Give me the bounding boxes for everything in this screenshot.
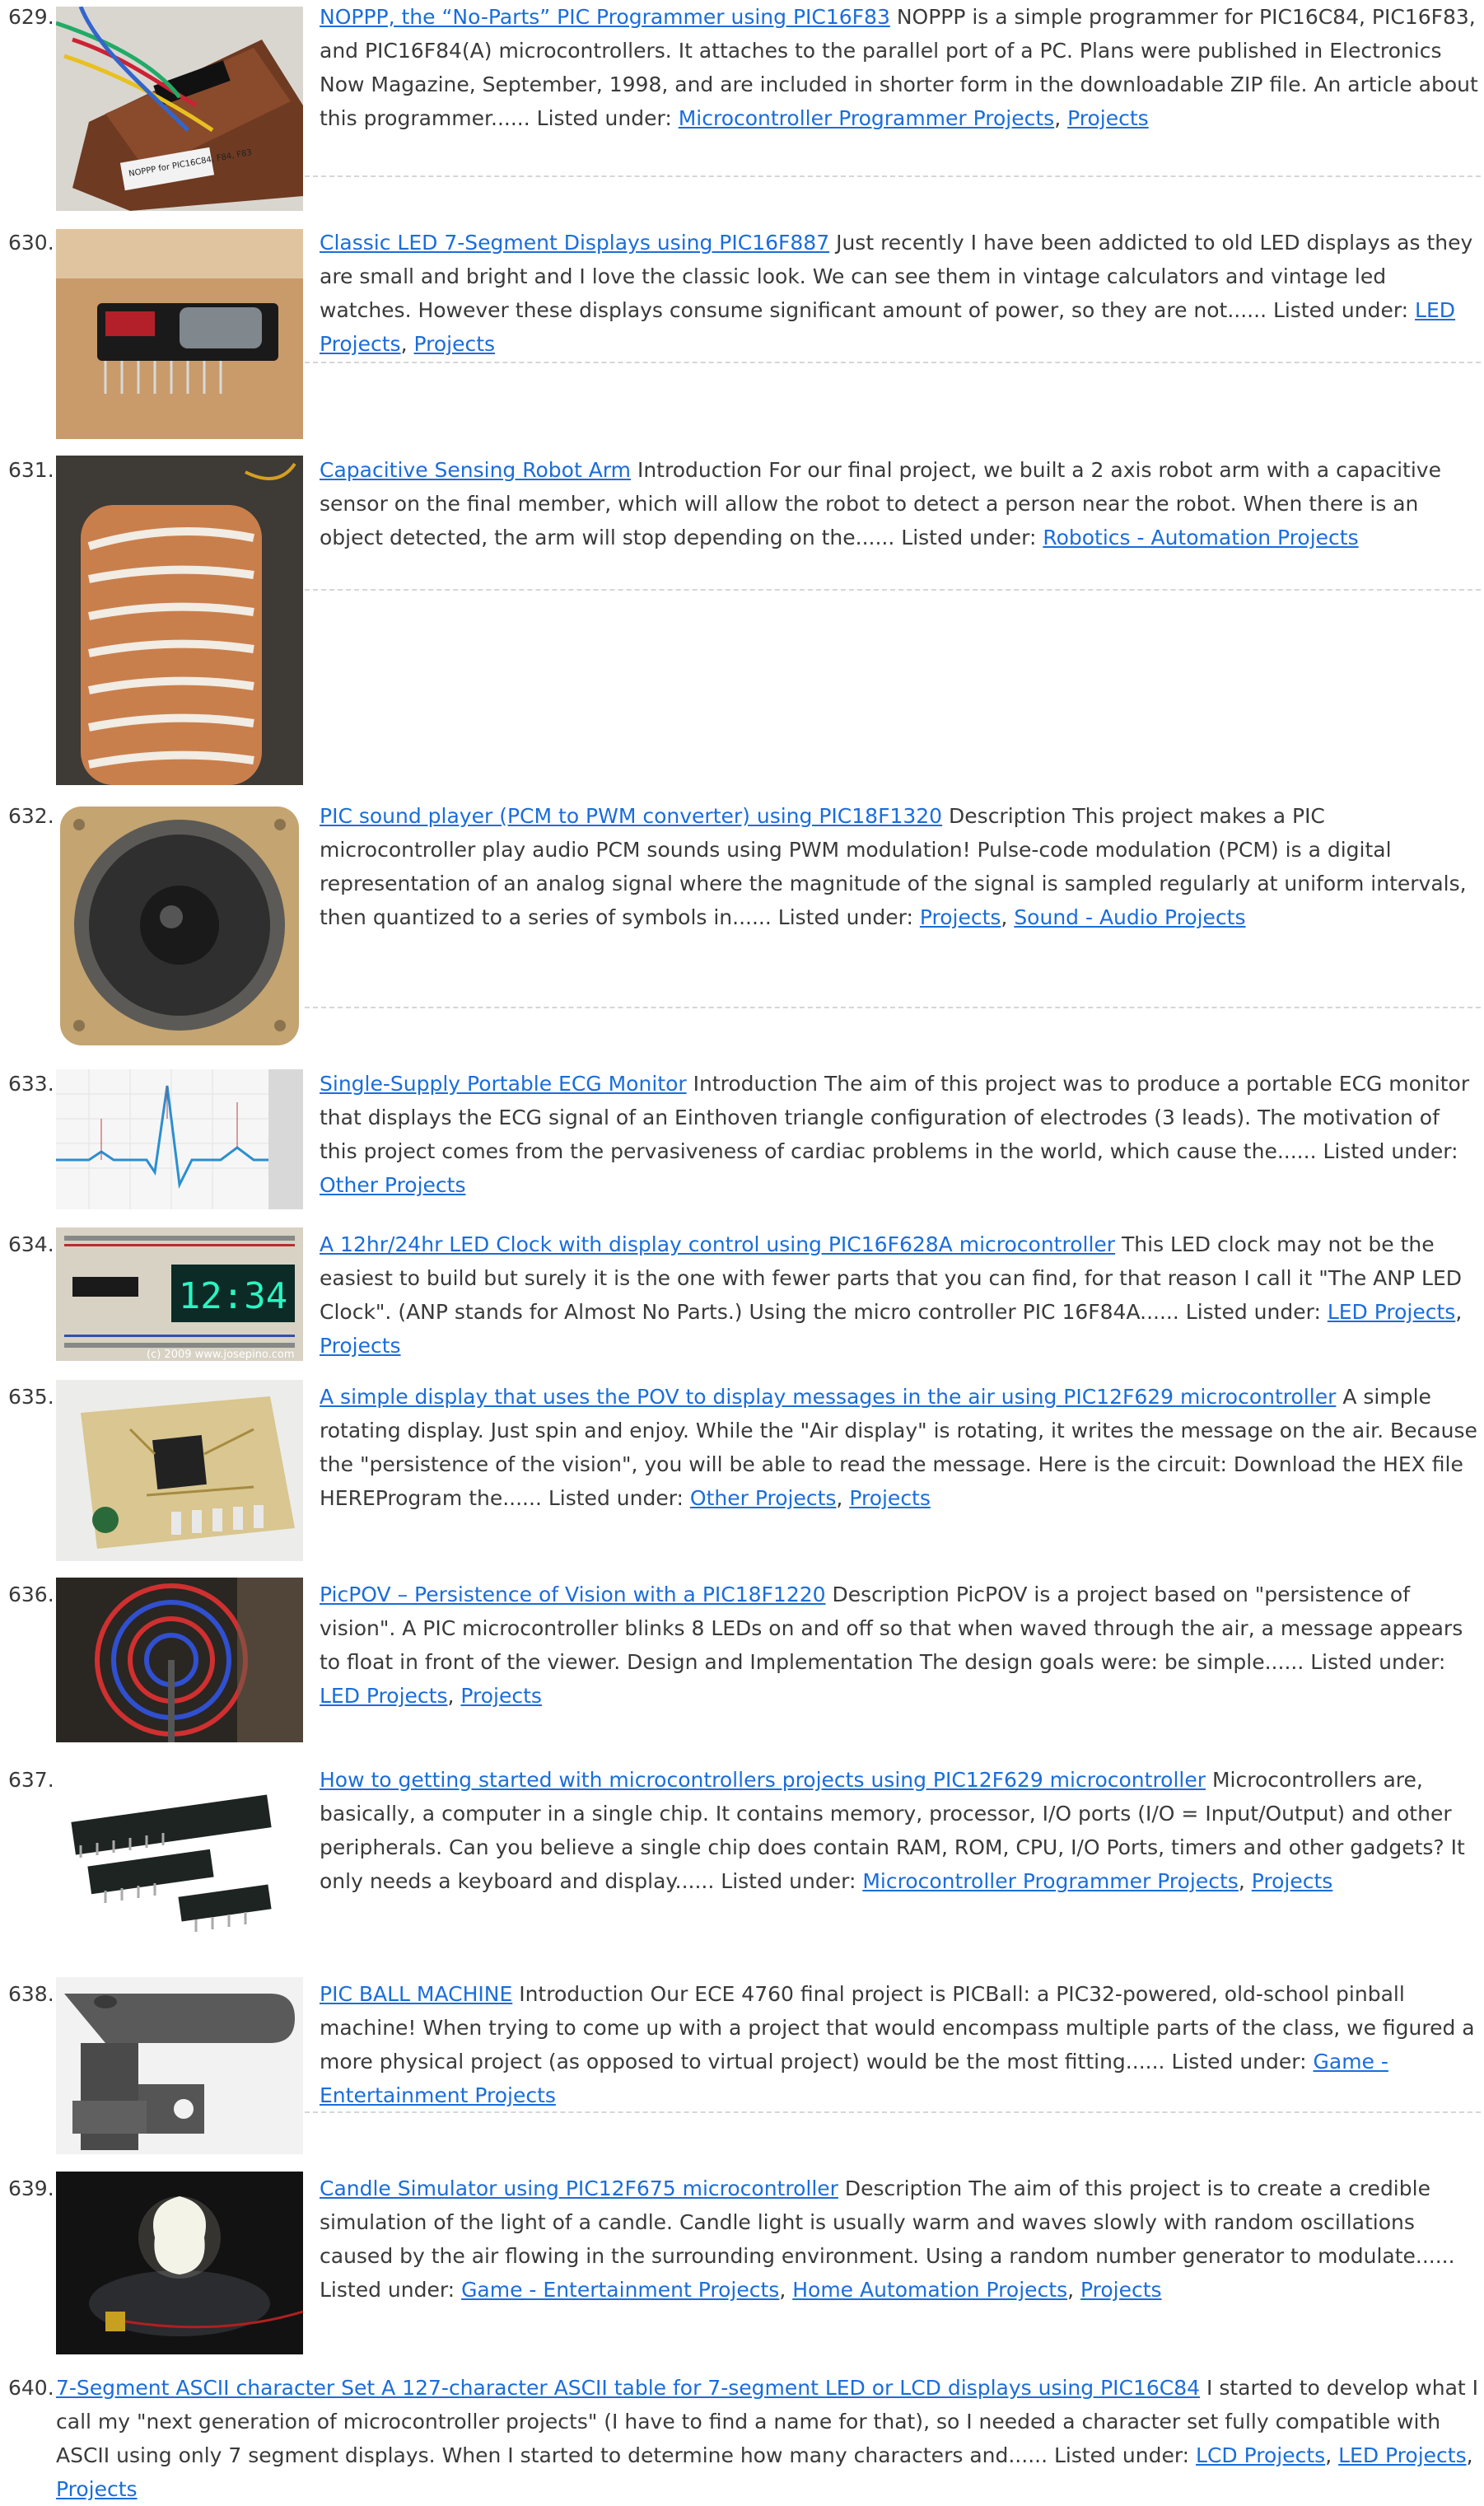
item-number: 640. [8, 2376, 54, 2400]
item-number: 635. [8, 1385, 54, 1409]
category-link[interactable]: LCD Projects [1196, 2443, 1325, 2467]
category-link[interactable]: Projects [920, 905, 1001, 929]
category-link[interactable]: Projects [413, 332, 495, 356]
item-text: NOPPP, the “No-Parts” PIC Programmer usi… [320, 5, 1478, 130]
item-divider [305, 1007, 1481, 1008]
item-divider [305, 362, 1481, 363]
listed-under-label: Listed under: [1053, 2443, 1190, 2467]
project-thumbnail[interactable]: NOPPP for PIC16C84, F84, F83 [56, 7, 303, 211]
project-title-link[interactable]: A 12hr/24hr LED Clock with display contr… [320, 1232, 1115, 1256]
project-thumbnail[interactable] [56, 1767, 303, 1948]
item-number: 632. [8, 804, 54, 828]
list-item: 637. How to getting started with microco… [0, 1763, 1484, 1961]
project-thumbnail[interactable]: 12:34 (c) 2009 www.josepino.com [56, 1227, 303, 1361]
project-title-link[interactable]: NOPPP, the “No-Parts” PIC Programmer usi… [320, 5, 890, 29]
item-divider [305, 175, 1481, 177]
list-item: 639. Candle Simulator using PIC12F675 mi… [0, 2172, 1484, 2357]
item-text: A 12hr/24hr LED Clock with display contr… [320, 1232, 1463, 1358]
project-thumbnail[interactable] [56, 229, 303, 439]
list-item: 638. PIC BALL MACHINE Introduction Our E… [0, 1977, 1484, 2158]
item-number: 634. [8, 1232, 54, 1256]
item-text: PIC sound player (PCM to PWM converter) … [320, 804, 1467, 929]
category-link[interactable]: Microcontroller Programmer Projects [862, 1869, 1239, 1893]
project-title-link[interactable]: PIC BALL MACHINE [320, 1982, 512, 2006]
listed-under-label: Listed under: [1185, 1300, 1321, 1324]
category-link[interactable]: Projects [1067, 106, 1149, 130]
list-item: 633. Single-Supply Portable ECG Monitor … [0, 1067, 1484, 1211]
item-number: 639. [8, 2176, 54, 2200]
listed-under-label: Listed under: [1310, 1650, 1446, 1674]
project-title-link[interactable]: PicPOV – Persistence of Vision with a PI… [320, 1583, 826, 1606]
project-thumbnail[interactable] [56, 1977, 303, 2154]
item-number: 631. [8, 458, 54, 482]
item-number: 638. [8, 1982, 54, 2006]
category-link[interactable]: Projects [320, 1334, 401, 1358]
list-item: 634. 12:34 (c) 2009 www.josepino.com A 1… [0, 1227, 1484, 1363]
project-title-link[interactable]: How to getting started with microcontrol… [320, 1768, 1206, 1792]
category-link[interactable]: Projects [56, 2477, 138, 2501]
item-divider [305, 2111, 1481, 2113]
list-item: 635. A simple display that uses the POV … [0, 1380, 1484, 1561]
category-link[interactable]: Home Automation Projects [792, 2278, 1067, 2302]
category-link[interactable]: Other Projects [690, 1486, 837, 1510]
category-link[interactable]: Projects [1252, 1869, 1333, 1893]
item-text: How to getting started with microcontrol… [320, 1768, 1465, 1893]
project-title-link[interactable]: PIC sound player (PCM to PWM converter) … [320, 804, 942, 828]
category-link[interactable]: Projects [849, 1486, 931, 1510]
listed-under-label: Listed under: [1272, 298, 1409, 322]
item-number: 636. [8, 1583, 54, 1606]
item-text: PIC BALL MACHINE Introduction Our ECE 47… [320, 1977, 1482, 2112]
item-number: 629. [8, 5, 54, 29]
category-link[interactable]: LED Projects [1328, 1300, 1455, 1324]
item-text: PicPOV – Persistence of Vision with a PI… [320, 1583, 1463, 1708]
listed-under-label: Listed under: [320, 2278, 455, 2302]
project-thumbnail[interactable] [56, 2172, 303, 2354]
project-thumbnail[interactable] [56, 456, 303, 785]
project-title-link[interactable]: Candle Simulator using PIC12F675 microco… [320, 2176, 838, 2200]
category-link[interactable]: Projects [460, 1684, 542, 1708]
item-text: A simple display that uses the POV to di… [320, 1385, 1477, 1510]
list-item: 629. NOPPP for PIC16C84, F84, F83 NOPPP,… [0, 0, 1484, 211]
listed-under-label: Listed under: [548, 1486, 684, 1510]
item-text: 7-Segment ASCII character Set A 127-char… [56, 2376, 1479, 2501]
item-number: 637. [8, 1768, 54, 1792]
list-item: 631. Capacitive Sensing Robot Arm Introd… [0, 453, 1484, 785]
listed-under-label: Listed under: [777, 905, 913, 929]
listed-under-label: Listed under: [901, 526, 1037, 549]
category-link[interactable]: Microcontroller Programmer Projects [679, 106, 1055, 130]
category-link[interactable]: Projects [1080, 2278, 1162, 2302]
project-thumbnail[interactable] [56, 803, 303, 1048]
project-thumbnail[interactable] [56, 1578, 303, 1742]
item-number: 633. [8, 1072, 54, 1096]
list-item: 636. PicPOV – Persistence of Vision with… [0, 1578, 1484, 1746]
item-text: Capacitive Sensing Robot Arm Introductio… [320, 453, 1482, 554]
item-number: 630. [8, 231, 54, 255]
project-title-link[interactable]: Single-Supply Portable ECG Monitor [320, 1072, 687, 1096]
category-link[interactable]: LED Projects [1338, 2443, 1466, 2467]
item-text: Classic LED 7-Segment Displays using PIC… [320, 231, 1473, 356]
project-thumbnail[interactable] [56, 1069, 303, 1209]
listed-under-label: Listed under: [721, 1869, 856, 1893]
category-link[interactable]: Robotics - Automation Projects [1043, 526, 1358, 549]
category-link[interactable]: LED Projects [320, 1684, 447, 1708]
item-text: Single-Supply Portable ECG Monitor Intro… [320, 1067, 1482, 1202]
category-link[interactable]: Sound - Audio Projects [1014, 905, 1245, 929]
item-divider [305, 589, 1481, 591]
thumbnail-caption: (c) 2009 www.josepino.com [147, 1349, 295, 1361]
project-title-link[interactable]: 7-Segment ASCII character Set A 127-char… [56, 2376, 1200, 2400]
category-link[interactable]: Other Projects [320, 1173, 466, 1197]
list-item: 640. 7-Segment ASCII character Set A 127… [0, 2371, 1484, 2501]
project-title-link[interactable]: Classic LED 7-Segment Displays using PIC… [320, 231, 829, 255]
item-text: Candle Simulator using PIC12F675 microco… [320, 2176, 1455, 2302]
clock-readout: 12:34 [179, 1275, 287, 1317]
list-item: 632. PIC sound player (PCM to PWM conver… [0, 799, 1484, 1050]
list-item: 630. Classic LED 7-Segment Displays usin… [0, 226, 1484, 440]
project-thumbnail[interactable] [56, 1380, 303, 1561]
listed-under-label: Listed under: [1171, 2050, 1307, 2074]
project-title-link[interactable]: Capacitive Sensing Robot Arm [320, 458, 631, 482]
project-title-link[interactable]: A simple display that uses the POV to di… [320, 1385, 1336, 1409]
listed-under-label: Listed under: [536, 106, 672, 130]
listed-under-label: Listed under: [1323, 1139, 1458, 1163]
category-link[interactable]: Game - Entertainment Projects [461, 2278, 779, 2302]
